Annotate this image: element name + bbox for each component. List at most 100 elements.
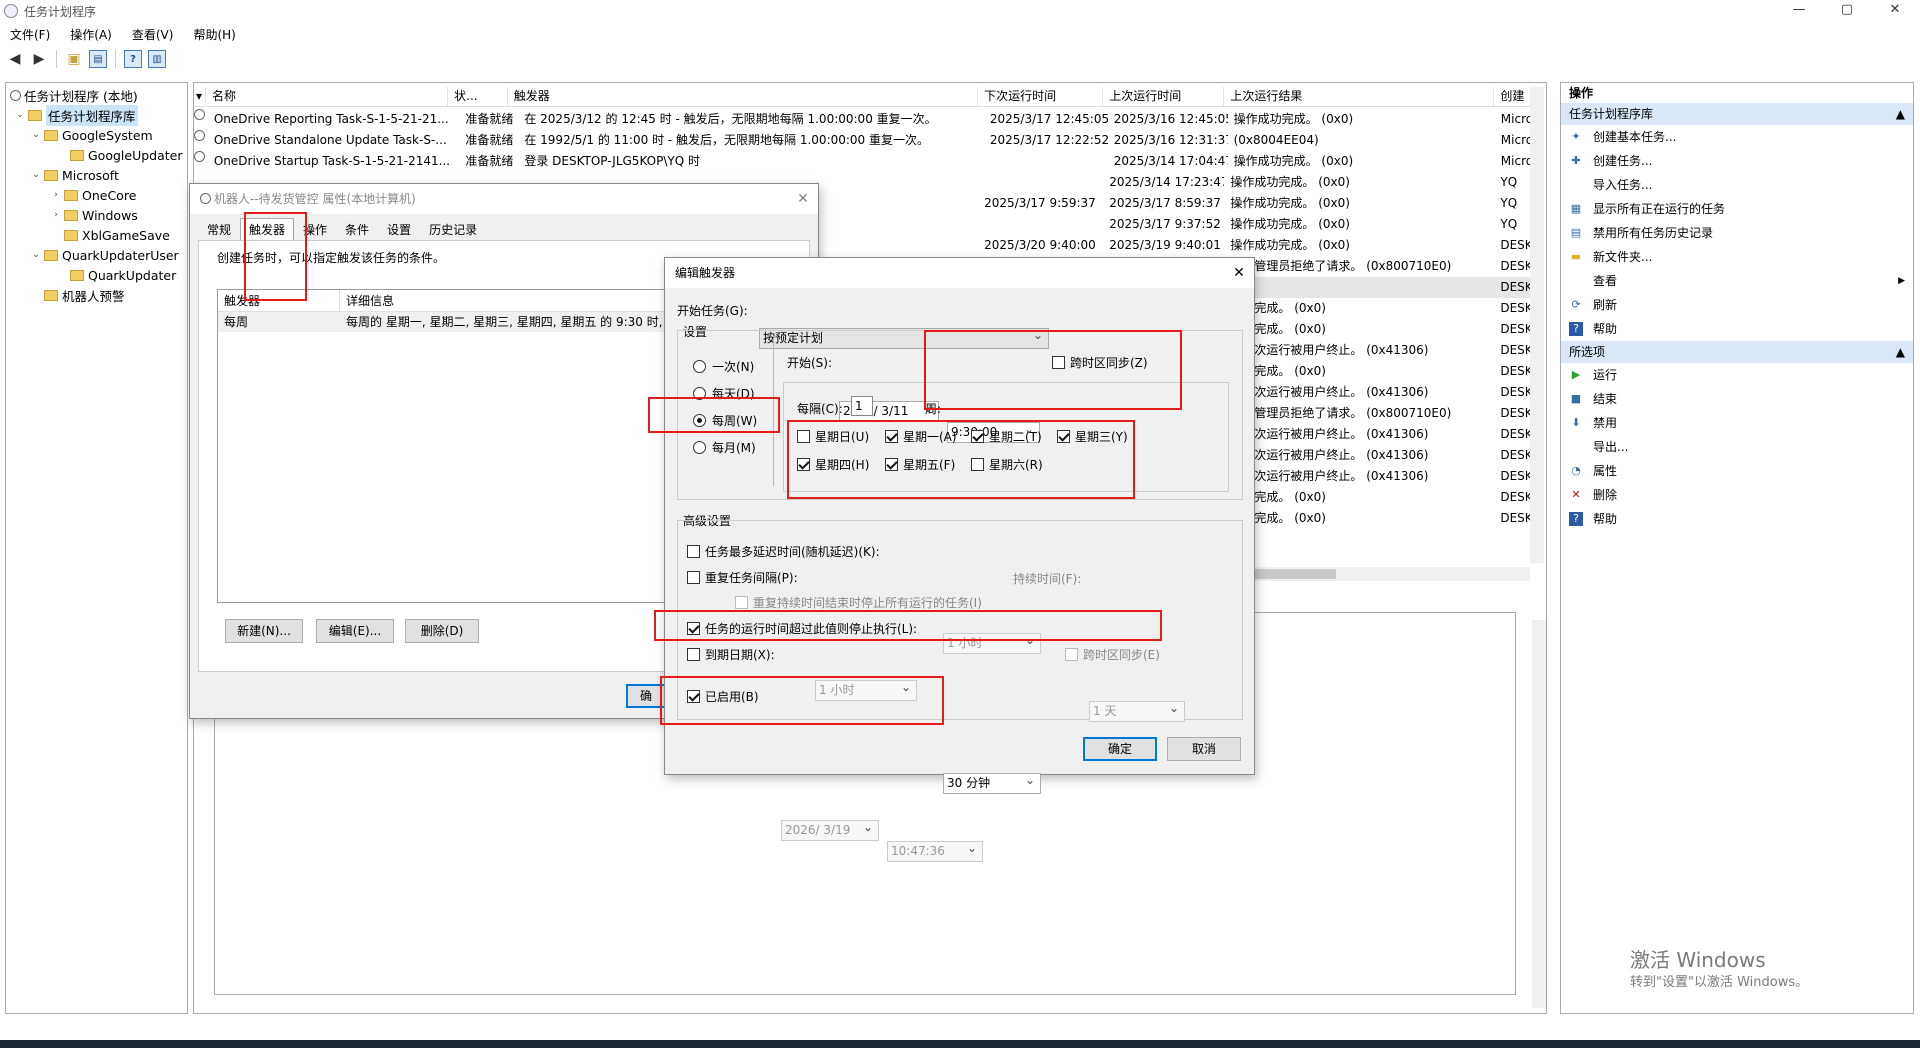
expire-checkbox[interactable]: 到期日期(X):	[687, 646, 775, 663]
forward-arrow-icon[interactable]: ▶	[30, 50, 48, 68]
action-item[interactable]: ▬ 新文件夹...	[1561, 245, 1913, 269]
table-row[interactable]: OneDrive Startup Task-S-1-5-21-2141... 准备…	[194, 151, 1544, 172]
checkbox-box[interactable]	[687, 571, 700, 584]
tree-item-googleupdater[interactable]: GoogleUpdater	[6, 145, 187, 165]
col-last-result[interactable]: 上次运行结果	[1224, 87, 1495, 106]
action-pane-icon[interactable]: ▥	[148, 50, 166, 68]
tree-item-quarkupdateruser[interactable]: ⌄ QuarkUpdaterUser	[6, 245, 187, 265]
action-item[interactable]: 导入任务...	[1561, 173, 1913, 197]
action-item[interactable]: ▤ 禁用所有任务历史记录	[1561, 221, 1913, 245]
collapse-arrow-icon[interactable]: ▲	[1896, 103, 1905, 125]
collapse-chevron-icon[interactable]: ›	[50, 190, 62, 200]
action-item[interactable]: ⬇ 禁用	[1561, 411, 1913, 435]
close-button[interactable]: ✕	[1872, 0, 1918, 22]
task-list-vscroll[interactable]	[1530, 87, 1544, 563]
properties-titlebar: 机器人--待发货管控 属性(本地计算机) ✕	[190, 184, 818, 214]
tree-item-googlesystem[interactable]: ⌄ GoogleSystem	[6, 125, 187, 145]
menu-view[interactable]: 查看(V)	[122, 24, 184, 46]
action-item[interactable]: ✦ 创建基本任务...	[1561, 125, 1913, 149]
actions-section-library[interactable]: 任务计划程序库 ▲	[1561, 103, 1913, 125]
close-icon[interactable]: ✕	[1224, 258, 1254, 288]
collapse-arrow-icon[interactable]: ▲	[1896, 341, 1905, 363]
cell-last: 2025/3/14 17:23:47	[1109, 175, 1225, 189]
delete-trigger-button[interactable]: 删除(D)	[405, 619, 479, 643]
expand-chevron-icon[interactable]: ⌄	[14, 110, 26, 120]
detail-vscroll[interactable]	[1532, 620, 1546, 1008]
action-item[interactable]: ? 帮助	[1561, 507, 1913, 531]
stop-all-checkbox[interactable]: 重复持续时间结束时停止所有运行的任务(I)	[735, 594, 982, 611]
cell-result: 成功完成。 (0x0)	[1230, 301, 1326, 315]
checkbox-box[interactable]	[687, 545, 700, 558]
menu-file[interactable]: 文件(F)	[0, 24, 60, 46]
up-folder-icon[interactable]: ▣	[65, 50, 83, 68]
action-item[interactable]: ✚ 创建任务...	[1561, 149, 1913, 173]
repeat-checkbox[interactable]: 重复任务间隔(P):	[687, 569, 798, 586]
delay-checkbox[interactable]: 任务最多延迟时间(随机延迟)(K):	[687, 543, 880, 560]
back-arrow-icon[interactable]: ◀	[6, 50, 24, 68]
expire-date-picker[interactable]: 2026/ 3/19	[781, 818, 879, 841]
col-trigger[interactable]: 触发器	[508, 87, 979, 106]
action-item[interactable]: ◔ 属性	[1561, 459, 1913, 483]
radio-once[interactable]: 一次(N)	[693, 358, 754, 375]
stop-if-select[interactable]: 30 分钟	[943, 771, 1041, 794]
checkbox-box[interactable]	[735, 596, 748, 609]
interval-input[interactable]: 1	[851, 396, 873, 416]
tree-library[interactable]: ⌄ 任务计划程序库	[6, 104, 187, 126]
expand-chevron-icon[interactable]: ⌄	[30, 250, 42, 260]
action-item[interactable]: ⟳ 刷新	[1561, 293, 1913, 317]
tree-item-windows[interactable]: › Windows	[6, 205, 187, 225]
checkbox-box[interactable]	[687, 648, 700, 661]
actions-section-selected[interactable]: 所选项 ▲	[1561, 341, 1913, 363]
tree-root[interactable]: 任务计划程序 (本地)	[6, 85, 187, 105]
radio-once-indicator[interactable]	[693, 360, 706, 373]
folder-icon	[70, 149, 84, 161]
tree-item-xblgamesave[interactable]: XblGameSave	[6, 225, 187, 245]
ok-button[interactable]: 确定	[1083, 737, 1157, 761]
duration-select[interactable]: 1 天	[1089, 699, 1185, 722]
expand-chevron-icon[interactable]: ⌄	[30, 170, 42, 180]
expire-sync-checkbox[interactable]: 跨时区同步(E)	[1065, 646, 1160, 663]
tree-item-microsoft[interactable]: ⌄ Microsoft	[6, 165, 187, 185]
collapse-chevron-icon[interactable]: ›	[50, 210, 62, 220]
minimize-button[interactable]: —	[1776, 0, 1822, 22]
tab-conditions[interactable]: 条件	[336, 218, 378, 240]
action-item[interactable]: 导出...	[1561, 435, 1913, 459]
tab-general[interactable]: 常规	[198, 218, 240, 240]
action-item[interactable]: ■ 结束	[1561, 387, 1913, 411]
tree-item-quarkupdater[interactable]: QuarkUpdater	[6, 265, 187, 285]
trigger-detail: 每周的 星期一, 星期二, 星期三, 星期四, 星期五 的 9:30 时,	[346, 315, 663, 329]
action-item[interactable]: 查看 ▶	[1561, 269, 1913, 293]
tab-settings[interactable]: 设置	[378, 218, 420, 240]
table-row[interactable]: OneDrive Standalone Update Task-S-... 准备就…	[194, 130, 1544, 151]
help-icon[interactable]: ?	[124, 50, 142, 68]
col-last-run[interactable]: 上次运行时间	[1103, 87, 1225, 106]
tree-item-robot-alert[interactable]: 机器人预警	[6, 285, 187, 305]
cell-last: 2025/3/17 8:59:37	[1109, 196, 1221, 210]
action-item[interactable]: ? 帮助	[1561, 317, 1913, 341]
checkbox-box[interactable]	[1065, 648, 1078, 661]
new-trigger-button[interactable]: 新建(N)...	[225, 619, 303, 643]
col-details[interactable]: 详细信息	[340, 290, 394, 311]
radio-monthly[interactable]: 每月(M)	[693, 439, 756, 456]
start-task-label: 开始任务(G):	[677, 304, 748, 318]
action-item[interactable]: ▦ 显示所有正在运行的任务	[1561, 197, 1913, 221]
menu-action[interactable]: 操作(A)	[60, 24, 122, 46]
expire-time-spinner[interactable]: 10:47:36	[887, 839, 983, 862]
edit-trigger-button[interactable]: 编辑(E)...	[316, 619, 394, 643]
action-item[interactable]: ✕ 删除	[1561, 483, 1913, 507]
col-status[interactable]: 状...	[448, 87, 508, 106]
close-icon[interactable]: ✕	[788, 184, 818, 214]
radio-monthly-indicator[interactable]	[693, 441, 706, 454]
tree-item-onecore[interactable]: › OneCore	[6, 185, 187, 205]
cancel-button[interactable]: 取消	[1167, 737, 1241, 761]
menu-help[interactable]: 帮助(H)	[183, 24, 245, 46]
action-label: 删除	[1593, 488, 1618, 502]
col-next-run[interactable]: 下次运行时间	[978, 87, 1104, 106]
table-row[interactable]: OneDrive Reporting Task-S-1-5-21-21... 准备…	[194, 109, 1544, 130]
tab-history[interactable]: 历史记录	[420, 218, 486, 240]
col-name[interactable]: 名称	[206, 87, 449, 106]
maximize-button[interactable]: ▢	[1824, 0, 1870, 22]
show-tree-icon[interactable]: ▤	[89, 50, 107, 68]
expand-chevron-icon[interactable]: ⌄	[30, 130, 42, 140]
action-item[interactable]: ▶ 运行	[1561, 363, 1913, 387]
